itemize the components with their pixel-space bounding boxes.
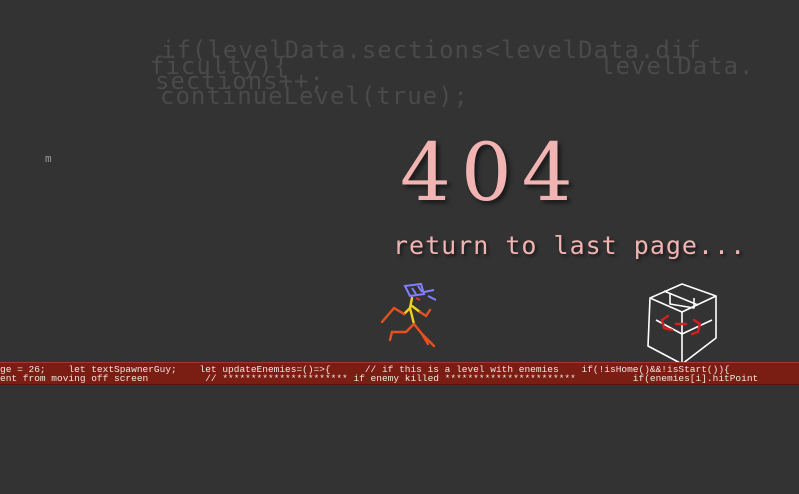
return-to-last-page-link[interactable]: return to last page... — [393, 233, 746, 258]
ground-code-line-2: ent from moving off screen // **********… — [0, 373, 759, 384]
stick-figure-runner-icon — [372, 280, 442, 356]
wireframe-cube-enemy-icon — [642, 280, 722, 374]
stray-character: m — [45, 152, 52, 165]
background-code-line-5: continueLevel(true); — [160, 82, 469, 110]
ground-platform-code-strip: ge = 26; let textSpawnerGuy; let updateE… — [0, 362, 799, 385]
background-code-line-3: levelData. — [600, 52, 755, 80]
error-code-title: 404 — [400, 126, 583, 219]
